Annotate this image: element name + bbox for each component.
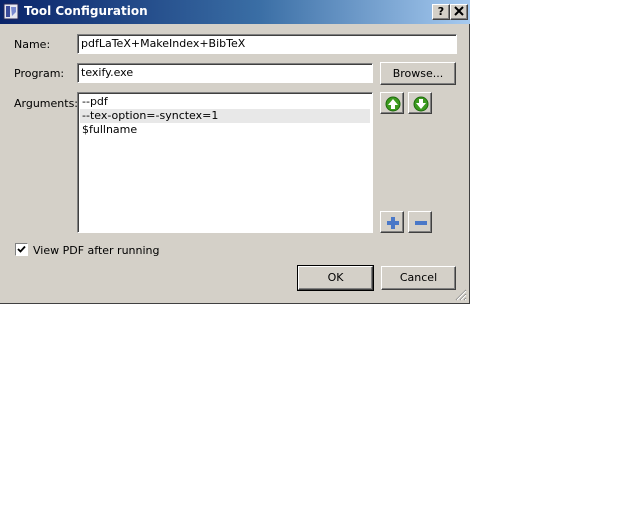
program-field[interactable]: texify.exe: [77, 63, 373, 83]
list-item[interactable]: --pdf: [80, 95, 370, 109]
window-title: Tool Configuration: [24, 4, 148, 18]
view-pdf-checkbox[interactable]: [15, 243, 28, 256]
name-field[interactable]: pdfLaTeX+MakeIndex+BibTeX: [77, 34, 457, 54]
title-bar[interactable]: Tool Configuration ?: [0, 0, 470, 24]
tool-configuration-dialog: Tool Configuration ? Name: pdfLaTeX+Make…: [0, 0, 470, 304]
name-label: Name:: [14, 38, 51, 51]
arrow-down-icon: [413, 96, 429, 112]
close-button[interactable]: [450, 4, 468, 20]
checkmark-icon: [17, 245, 26, 253]
arrow-up-icon: [385, 96, 401, 112]
plus-icon: [387, 217, 399, 229]
move-up-button[interactable]: [380, 92, 404, 114]
list-item[interactable]: $fullname: [80, 123, 370, 137]
close-icon: [454, 6, 464, 16]
ok-button[interactable]: OK: [297, 265, 374, 291]
list-item[interactable]: --tex-option=-synctex=1: [80, 109, 370, 123]
remove-argument-button[interactable]: [408, 211, 432, 233]
app-icon: [3, 3, 19, 20]
cancel-button[interactable]: Cancel: [381, 266, 456, 290]
help-button[interactable]: ?: [432, 4, 450, 20]
view-pdf-label[interactable]: View PDF after running: [33, 244, 160, 257]
arguments-label: Arguments:: [14, 97, 79, 110]
move-down-button[interactable]: [408, 92, 432, 114]
resize-grip-icon[interactable]: [455, 289, 467, 301]
program-label: Program:: [14, 67, 65, 80]
browse-button[interactable]: Browse...: [380, 62, 456, 85]
minus-icon: [415, 221, 427, 225]
arguments-list[interactable]: --pdf --tex-option=-synctex=1 $fullname: [77, 92, 373, 233]
add-argument-button[interactable]: [380, 211, 404, 233]
